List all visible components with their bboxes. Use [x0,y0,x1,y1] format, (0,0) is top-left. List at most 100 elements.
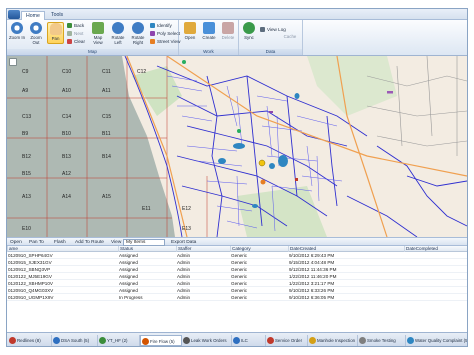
sync-button[interactable]: Sync [240,22,258,44]
back-arrow-icon [67,23,72,28]
table-cell: Assigned [119,267,138,272]
layer-tab[interactable]: Water Quality Complaint (5) [406,335,467,346]
table-cell: Assigned [119,260,138,265]
table-cell: Admin [177,288,191,293]
table-cell: 0120910_Q4MG03XV [8,288,54,293]
grid-label: B14 [102,154,111,160]
rotate-right-button[interactable]: Rotate Right [129,22,147,45]
table-cell [405,266,465,273]
rotate-left-button[interactable]: Rotate Left [109,22,127,45]
layer-icon [9,337,16,344]
clear-button[interactable]: Clear [67,38,85,45]
grid-label: E11 [142,206,151,212]
grid-label: C11 [102,69,111,75]
layer-tab-label: Leak Work Orders [191,338,227,343]
ribbon-group-work: Open Create Delete Work [179,20,239,55]
app-menu-button[interactable] [8,10,20,19]
table-row[interactable]: 0120912_SBNQ3VP Assigned Admin Generic 9/12/… [7,266,467,273]
map-view-button[interactable]: Map View [89,22,107,45]
street-view-icon [150,39,155,44]
grid-label: B12 [22,154,31,160]
layer-tab[interactable]: Manhole Inspection [308,335,358,346]
application-window: Home Tools Zoom In Zoom Out Pan Back Nex… [6,8,468,347]
grid-label: C12 [137,69,147,75]
map-navigation-control[interactable] [9,58,17,66]
table-cell: 9/10/2012 6:36:05 PM [289,295,335,300]
zoom-out-button[interactable]: Zoom Out [27,22,45,45]
layer-tab[interactable]: ILC [232,335,266,346]
table-row[interactable]: 0120910_SPHP64GV Assigned Admin Generic 9/10… [7,252,467,259]
table-row[interactable]: 0120122_MJ5E19GV Assigned Admin Generic 1/22… [7,273,467,280]
map-canvas[interactable]: C9 C10 C11 C12 A9 A10 A11 C13 C14 C15 B9… [7,56,467,237]
poly-select-button[interactable]: Poly Select [150,30,180,37]
table-cell: In Progress [119,295,143,300]
create-icon [203,22,215,34]
table-cell: 0120910_SPHP64GV [8,253,53,258]
table-cell: 9/15/2012 4:04:48 PM [289,260,335,265]
identify-button[interactable]: Identify [150,22,172,29]
open-button[interactable]: Open [181,22,199,44]
layer-tab-label: Redlines (8) [17,338,41,343]
flash-button[interactable]: Flash [54,239,66,246]
next-button[interactable]: Next [67,30,83,37]
info-icon [150,23,155,28]
ribbon-group-map: Zoom In Zoom Out Pan Back Next Clear Map… [7,20,180,55]
table-cell: Assigned [119,281,138,286]
create-button[interactable]: Create [200,22,218,44]
layer-icon [309,337,316,344]
table-cell [405,259,465,266]
table-cell: 1/22/2012 3:21:17 PM [289,281,335,286]
layer-tab[interactable]: YT_HF (2) [98,335,140,346]
table-cell [405,280,465,287]
grid-label: B15 [22,171,31,177]
layer-tab[interactable]: Fire Flow (5) [140,335,182,346]
layer-tab-label: Fire Flow (5) [150,339,175,344]
table-cell: Admin [177,295,191,300]
open-result-button[interactable]: Open [10,239,22,246]
folder-icon [184,22,196,34]
table-cell: Generic [231,253,248,258]
pan-button[interactable]: Pan [47,22,64,44]
table-row[interactable]: 0120910_Q4MG03XV Assigned Admin Generic 9/10… [7,287,467,294]
layer-icon [407,337,414,344]
street-view-button[interactable]: Street View [150,38,180,45]
table-row[interactable]: 0120122_XBHMP10V Assigned Admin Generic 1/22… [7,280,467,287]
table-cell: Assigned [119,288,138,293]
view-select[interactable]: My Items [123,239,165,246]
layer-tab[interactable]: Redlines (8) [8,335,52,346]
export-data-button[interactable]: Export Data [171,239,196,246]
grid-label: C10 [62,69,72,75]
back-button[interactable]: Back [67,22,84,29]
zoom-in-button[interactable]: Zoom In [8,22,26,44]
work-orders-table: ame Status Staffer Category DateCreated … [7,246,467,332]
table-cell: 0120122_MJ5E19GV [8,274,52,279]
table-row[interactable]: 0120910_UGMP1X9V In Progress Admin Generic 9… [7,294,467,301]
table-row[interactable]: 0120915_XJEX31GV Assigned Admin Generic 9/15… [7,259,467,266]
add-to-route-button[interactable]: Add To Route [75,239,104,246]
layer-tab[interactable]: Service Order [266,335,308,346]
grid-label: B13 [62,154,71,160]
grid-label: A9 [22,88,29,94]
tab-home[interactable]: Home [21,11,45,20]
view-label: View [111,240,122,245]
tab-tools[interactable]: Tools [47,11,67,20]
table-cell: Generic [231,281,248,286]
table-cell: Assigned [119,253,138,258]
table-cell: 9/12/2012 11:44:36 PM [289,267,337,272]
map-drawing [7,56,467,237]
layer-tab[interactable]: Leak Work Orders [182,335,232,346]
pan-to-button[interactable]: Pan To [29,239,44,246]
table-cell: 0120912_SBNQ3VP [8,267,51,272]
cache-button[interactable]: Cache [281,34,299,45]
sync-icon [243,22,255,34]
delete-button[interactable]: Delete [219,22,237,44]
table-cell: Generic [231,274,248,279]
next-arrow-icon [67,31,72,36]
table-cell: 0120910_UGMP1X9V [8,295,54,300]
grid-label: E10 [22,226,31,232]
layer-tab[interactable]: DSA South (5) [52,335,98,346]
table-cell: 9/10/2012 6:29:43 PM [289,253,335,258]
layer-tab[interactable]: Smoke Testing [358,335,406,346]
log-icon [260,27,265,32]
view-log-button[interactable]: View Log [260,26,286,33]
